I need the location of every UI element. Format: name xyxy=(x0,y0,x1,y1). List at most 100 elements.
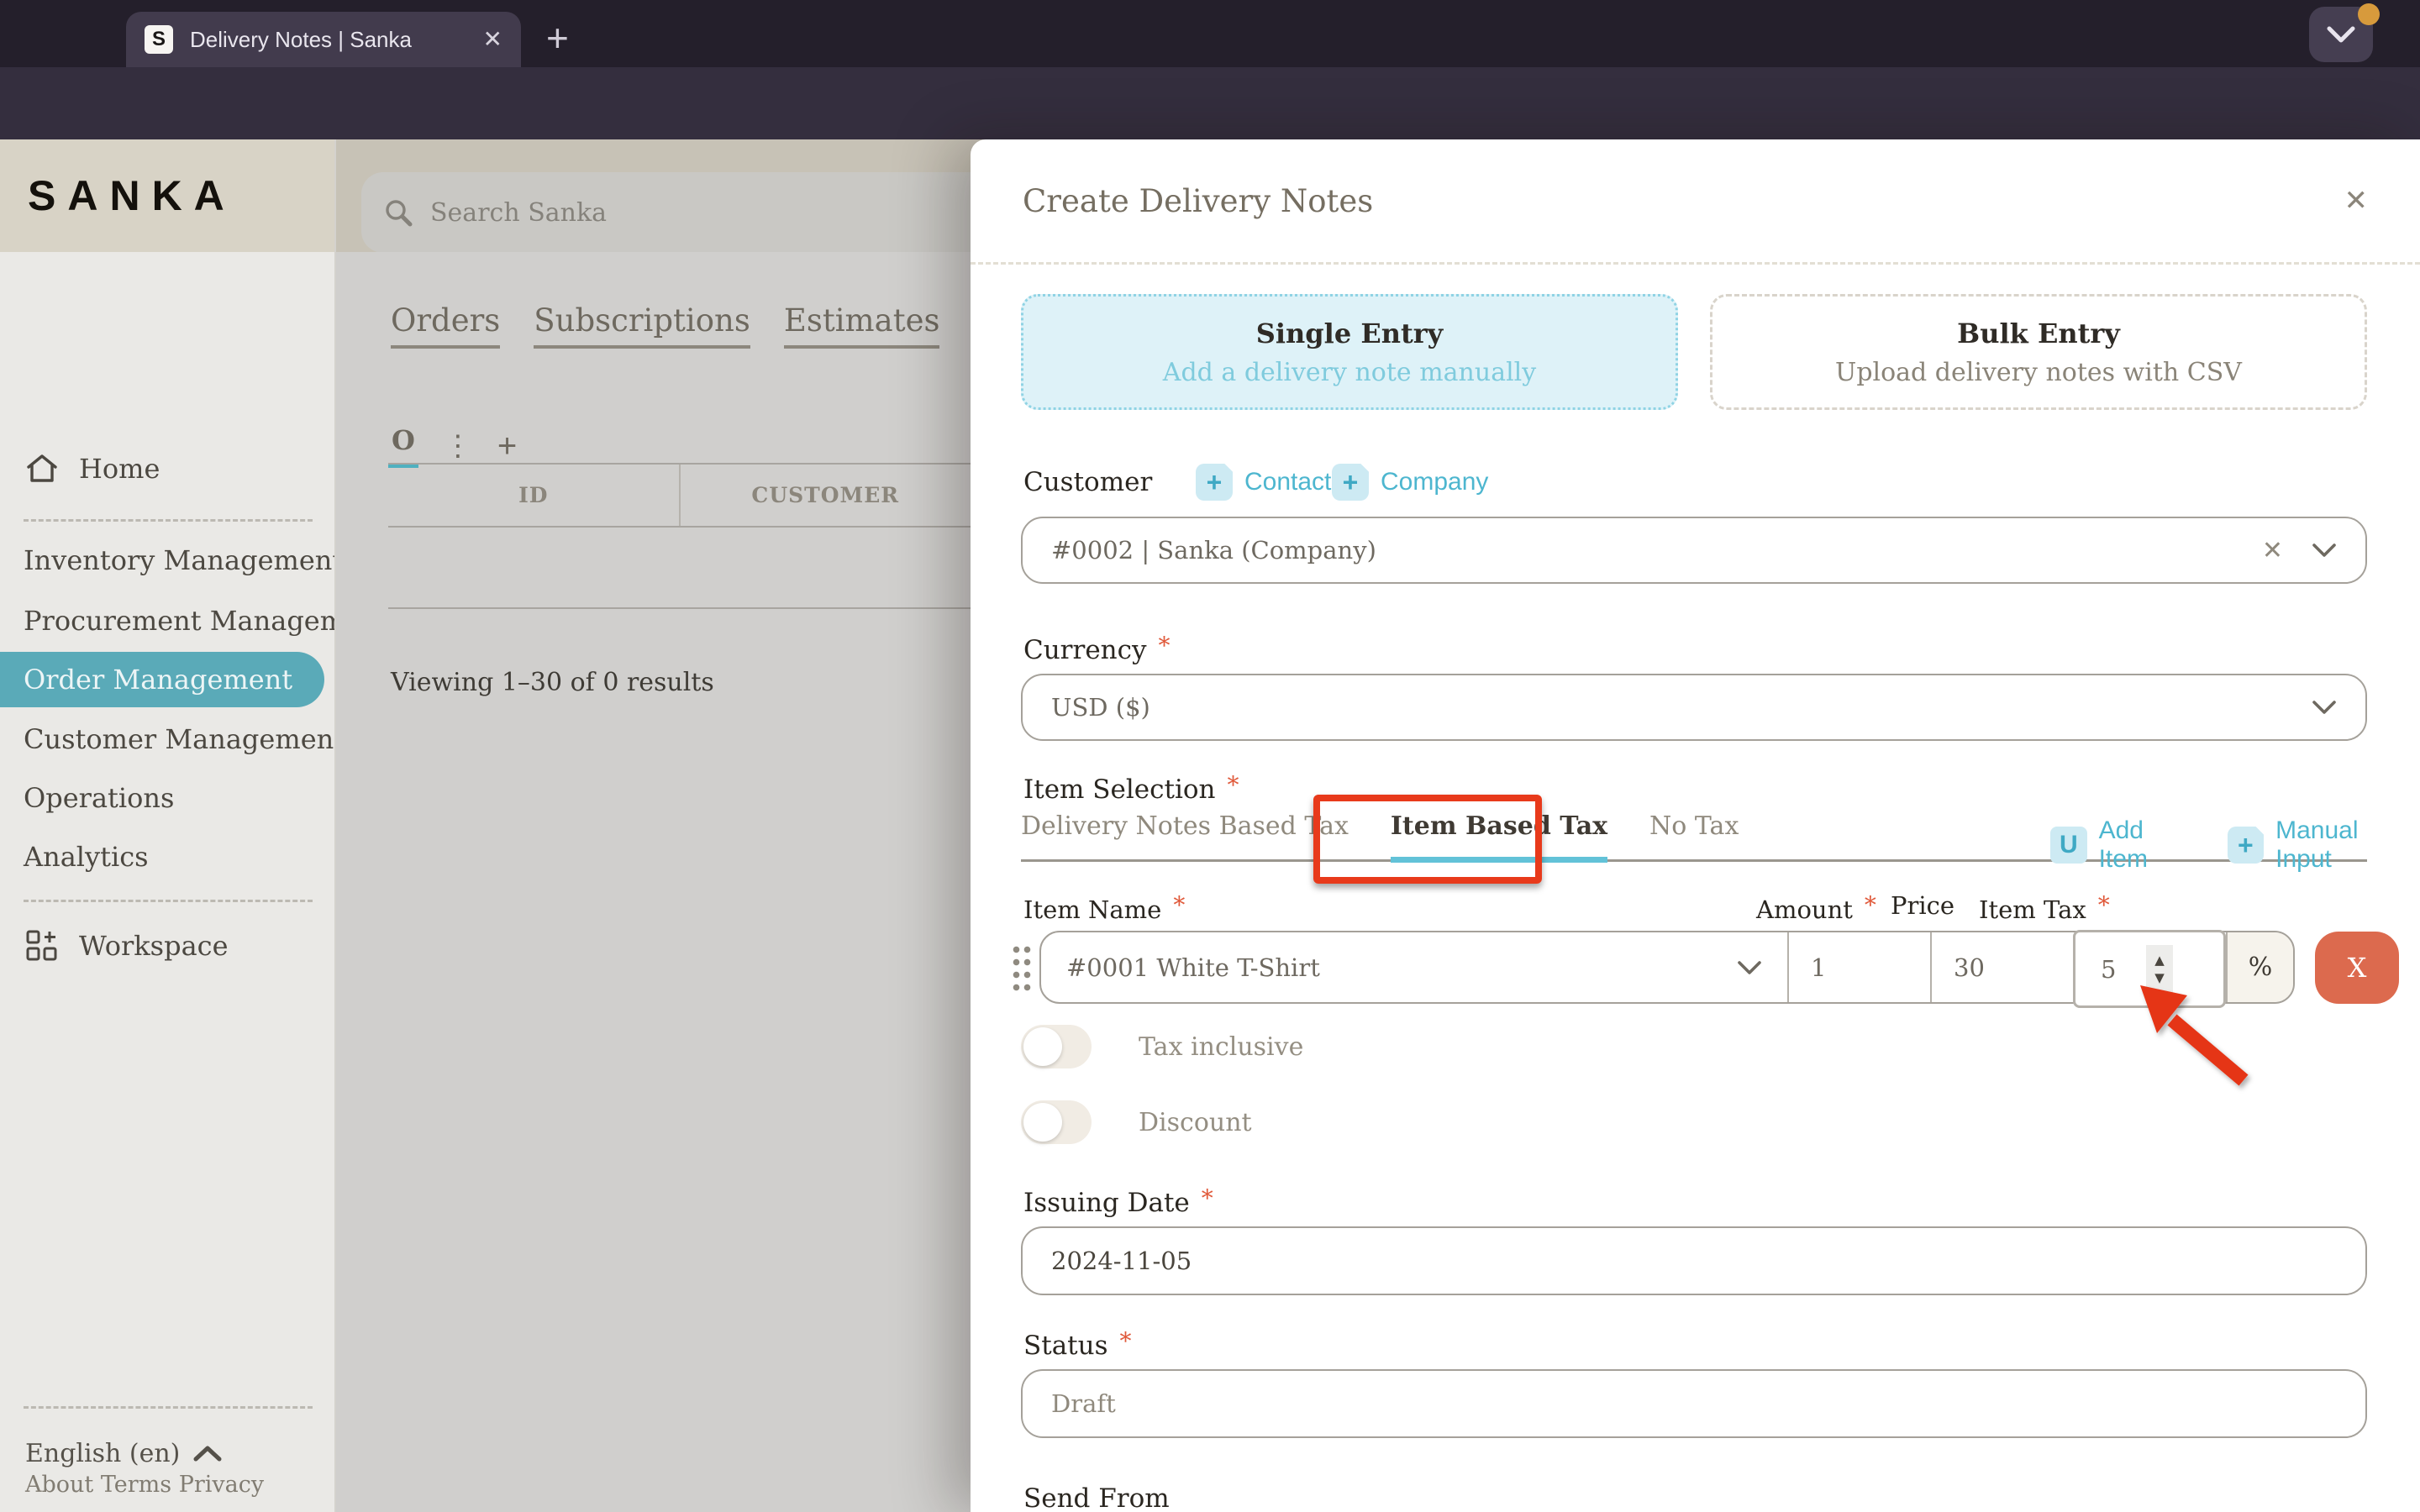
item-name-value: #0001 White T-Shirt xyxy=(1066,953,1320,982)
sidebar-item-operations[interactable]: Operations xyxy=(0,773,334,823)
required-mark: * xyxy=(1227,771,1239,799)
sidebar-item-label: Home xyxy=(79,453,160,485)
sidebar-divider xyxy=(24,519,313,522)
customer-select-value: #0002 | Sanka (Company) xyxy=(1051,536,1376,564)
module-tabs: Orders Subscriptions Estimates xyxy=(391,302,940,349)
amount-input[interactable] xyxy=(1789,953,1930,982)
required-mark: * xyxy=(1119,1327,1132,1355)
tab-estimates[interactable]: Estimates xyxy=(783,302,940,349)
tab-subscriptions[interactable]: Subscriptions xyxy=(534,302,750,349)
sidebar-divider xyxy=(24,900,313,902)
workspace-grid-icon xyxy=(26,930,57,961)
kebab-menu-icon[interactable]: ⋮ xyxy=(444,429,472,463)
manual-input-button[interactable]: + Manual Input xyxy=(2227,816,2420,874)
customer-select[interactable]: #0002 | Sanka (Company) ✕ xyxy=(1021,517,2367,584)
chevron-down-icon xyxy=(2327,26,2355,43)
footer-links[interactable]: About Terms Privacy xyxy=(0,1472,264,1498)
home-icon xyxy=(27,454,57,482)
discount-label: Discount xyxy=(1139,1107,1252,1137)
tax-inclusive-label: Tax inclusive xyxy=(1139,1032,1304,1062)
new-tab-button[interactable]: + xyxy=(546,15,569,60)
chevron-down-icon xyxy=(2312,701,2336,714)
chevron-down-icon xyxy=(2312,543,2336,557)
sidebar-item-label: Workspace xyxy=(79,930,229,962)
plus-icon: + xyxy=(2227,827,2265,864)
add-item-button[interactable]: U Add Item xyxy=(2050,816,2199,874)
sidebar-item-inventory[interactable]: Inventory Management xyxy=(0,535,336,585)
tab-delivery-notes-based-tax[interactable]: Delivery Notes Based Tax xyxy=(1021,811,1349,859)
bulk-entry-card[interactable]: Bulk Entry Upload delivery notes with CS… xyxy=(1710,294,2367,410)
results-count-text: Viewing 1–30 of 0 results xyxy=(391,668,714,697)
stepper-up-icon[interactable]: ▲ xyxy=(2154,953,2165,967)
drag-handle[interactable] xyxy=(1011,942,1033,992)
global-search[interactable] xyxy=(361,172,1025,253)
item-tax-input[interactable] xyxy=(2075,954,2134,984)
status-input[interactable] xyxy=(1021,1369,2367,1438)
amount-header-text: Amount xyxy=(1756,895,1853,924)
required-mark: * xyxy=(1864,891,1876,919)
plus-icon: + xyxy=(1332,464,1369,501)
issuing-date-input[interactable] xyxy=(1021,1226,2367,1295)
discount-toggle[interactable] xyxy=(1021,1100,1092,1144)
close-icon[interactable]: ✕ xyxy=(2344,184,2369,218)
site-favicon: S xyxy=(145,25,173,54)
view-tab-icon[interactable]: O xyxy=(388,424,418,468)
percent-suffix: % xyxy=(2226,932,2293,1002)
single-entry-card[interactable]: Single Entry Add a delivery note manuall… xyxy=(1021,294,1678,410)
tab-orders[interactable]: Orders xyxy=(391,302,501,349)
send-from-label: Send From xyxy=(1023,1483,1170,1512)
add-contact-button[interactable]: + Contact xyxy=(1196,464,1331,501)
browser-tab[interactable]: S Delivery Notes | Sanka ✕ xyxy=(126,12,521,67)
item-row: #0001 White T-Shirt ▲ ▼ xyxy=(1011,930,2399,1008)
sidebar-item-workspace[interactable]: Workspace xyxy=(0,919,334,973)
tab-no-tax[interactable]: No Tax xyxy=(1649,811,1739,859)
currency-select[interactable]: USD ($) xyxy=(1021,674,2367,741)
browser-tab-strip: S Delivery Notes | Sanka ✕ + xyxy=(0,0,2420,67)
required-mark: * xyxy=(1173,891,1186,919)
list-toolbar: O ⋮ + xyxy=(388,424,517,468)
modal-header: Create Delivery Notes ✕ xyxy=(971,139,2420,265)
sidebar-item-procurement[interactable]: Procurement Management xyxy=(0,596,334,646)
sidebar-item-analytics[interactable]: Analytics xyxy=(0,832,334,882)
number-stepper[interactable]: ▲ ▼ xyxy=(2146,944,2173,994)
annotation-highlight-box xyxy=(1313,795,1542,884)
clear-selection-icon[interactable]: ✕ xyxy=(2262,536,2283,565)
issuing-date-label: Issuing Date * xyxy=(1023,1184,1213,1218)
price-input[interactable] xyxy=(1932,953,2073,982)
sidebar-header: SANKA xyxy=(0,139,334,252)
tax-inclusive-toggle[interactable] xyxy=(1021,1025,1092,1068)
sidebar-item-order-management[interactable]: Order Management xyxy=(0,652,324,707)
currency-label-text: Currency xyxy=(1023,635,1147,665)
language-selector[interactable]: English (en) xyxy=(0,1428,334,1478)
sidebar-item-label: Order Management xyxy=(24,664,293,696)
add-company-label: Company xyxy=(1381,468,1489,496)
sidebar-item-home[interactable]: Home xyxy=(0,444,334,494)
item-name-select[interactable]: #0001 White T-Shirt xyxy=(1041,932,1787,1002)
column-header-customer[interactable]: CUSTOMER xyxy=(678,465,971,526)
add-company-button[interactable]: + Company xyxy=(1332,464,1488,501)
sidebar-item-label: Inventory Management xyxy=(24,544,336,576)
add-item-label: Add Item xyxy=(2098,816,2148,873)
item-fields-group: #0001 White T-Shirt ▲ ▼ xyxy=(1039,930,2295,1008)
column-header-id[interactable]: ID xyxy=(388,465,679,526)
tab-close-icon[interactable]: ✕ xyxy=(483,28,502,51)
single-entry-subtitle: Add a delivery note manually xyxy=(1162,357,1537,387)
remove-item-button[interactable]: X xyxy=(2315,931,2399,1004)
add-view-button[interactable]: + xyxy=(497,428,517,465)
search-input[interactable] xyxy=(430,197,934,228)
add-contact-label: Contact xyxy=(1244,468,1332,496)
sidebar-item-customer[interactable]: Customer Management xyxy=(0,714,334,764)
update-available-dot xyxy=(2358,3,2380,25)
item-name-header: Item Name * xyxy=(1023,891,1185,924)
status-label-text: Status xyxy=(1023,1331,1108,1361)
item-selection-label: Item Selection * xyxy=(1023,771,1239,805)
item-tax-cell: ▲ ▼ xyxy=(2073,930,2226,1008)
item-tax-header: Item Tax * xyxy=(1979,891,2110,924)
price-header: Price xyxy=(1891,891,1955,920)
manual-input-label: Manual Input xyxy=(2275,816,2359,873)
status-label: Status * xyxy=(1023,1327,1132,1361)
sanka-logo[interactable]: SANKA xyxy=(28,171,236,220)
currency-select-value: USD ($) xyxy=(1051,693,1150,722)
amount-cell xyxy=(1787,932,1930,1002)
stepper-down-icon[interactable]: ▼ xyxy=(2154,971,2165,984)
